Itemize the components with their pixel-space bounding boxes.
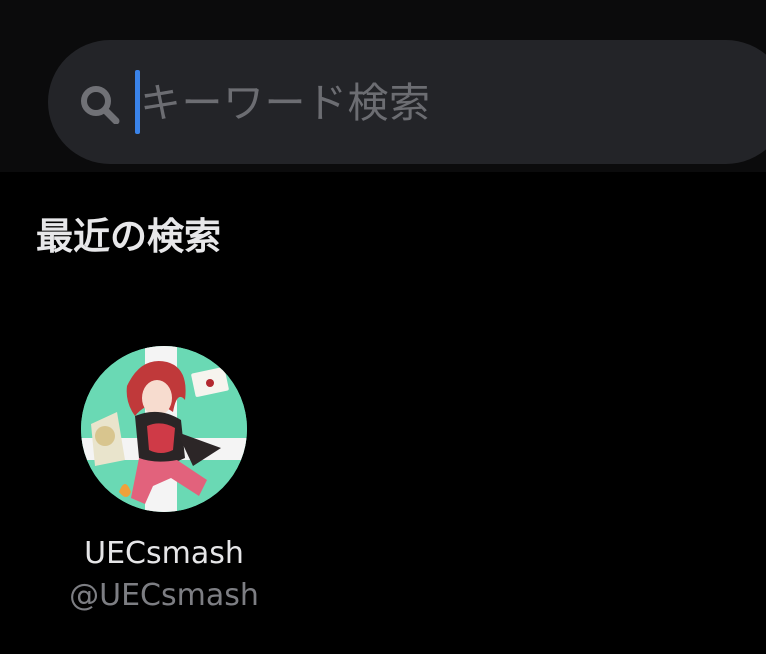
- recent-searches-title: 最近の検索: [36, 215, 221, 258]
- search-placeholder: キーワード検索: [140, 79, 431, 127]
- search-icon: [79, 84, 123, 125]
- recent-item-display-name: UECsmash: [84, 536, 244, 571]
- avatar[interactable]: [81, 346, 247, 512]
- recent-item-handle: @UECsmash: [69, 578, 259, 613]
- recent-search-item[interactable]: UECsmash @UECsmash: [60, 342, 268, 618]
